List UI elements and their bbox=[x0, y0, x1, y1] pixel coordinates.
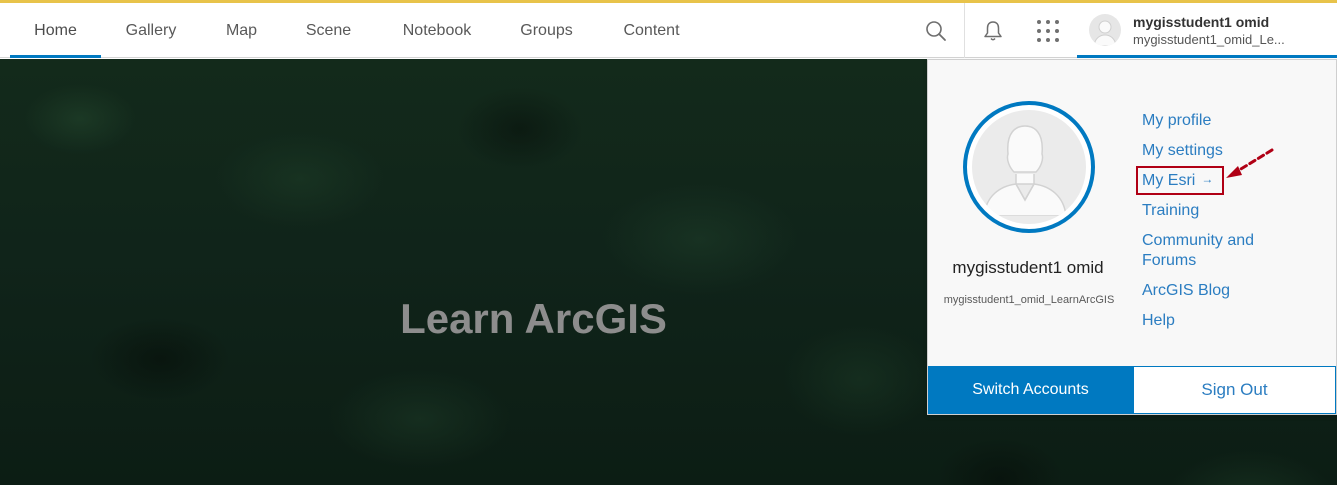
avatar bbox=[1089, 14, 1121, 46]
user-username: mygisstudent1_omid_Le... bbox=[1133, 32, 1285, 47]
nav-groups[interactable]: Groups bbox=[499, 3, 594, 58]
search-icon bbox=[926, 20, 946, 41]
link-training[interactable]: Training bbox=[1142, 201, 1312, 221]
top-navigation-bar: Home Gallery Map Scene Notebook Groups C… bbox=[0, 3, 1337, 58]
annotation-highlight-box bbox=[1136, 166, 1224, 195]
profile-username: mygisstudent1_omid_LearnArcGIS bbox=[943, 294, 1115, 306]
user-full-name: mygisstudent1 omid bbox=[1133, 14, 1270, 30]
default-user-icon bbox=[1093, 20, 1117, 46]
nav-scene[interactable]: Scene bbox=[282, 3, 375, 58]
nav-map[interactable]: Map bbox=[201, 3, 282, 58]
search-button[interactable] bbox=[914, 3, 958, 58]
link-my-profile[interactable]: My profile bbox=[1142, 111, 1312, 131]
hero-title: Learn ArcGIS bbox=[400, 295, 667, 342]
profile-avatar-image bbox=[972, 110, 1086, 224]
user-menu-panel: mygisstudent1 omid mygisstudent1_omid_Le… bbox=[927, 59, 1337, 415]
default-user-icon bbox=[983, 125, 1067, 217]
sign-out-button[interactable]: Sign Out bbox=[1133, 366, 1336, 414]
toolbar-divider bbox=[964, 3, 965, 58]
nav-home[interactable]: Home bbox=[10, 3, 101, 58]
link-help[interactable]: Help bbox=[1142, 311, 1312, 331]
user-menu-button[interactable]: mygisstudent1 omid mygisstudent1_omid_Le… bbox=[1077, 3, 1337, 58]
link-arcgis-blog[interactable]: ArcGIS Blog bbox=[1142, 281, 1312, 301]
app-launcher-button[interactable] bbox=[1026, 3, 1070, 58]
nav-gallery[interactable]: Gallery bbox=[101, 3, 201, 58]
profile-full-name: mygisstudent1 omid bbox=[952, 258, 1104, 277]
bell-icon bbox=[984, 20, 1002, 40]
nav-content[interactable]: Content bbox=[594, 3, 709, 58]
nav-notebook[interactable]: Notebook bbox=[375, 3, 499, 58]
app-launcher-icon bbox=[1037, 19, 1059, 42]
profile-avatar[interactable] bbox=[963, 101, 1095, 233]
notifications-button[interactable] bbox=[971, 3, 1015, 58]
link-community-forums[interactable]: Community and Forums bbox=[1142, 231, 1312, 271]
switch-accounts-button[interactable]: Switch Accounts bbox=[928, 366, 1133, 414]
annotation-arrow-icon bbox=[1226, 148, 1274, 178]
main-nav: Home Gallery Map Scene Notebook Groups C… bbox=[10, 3, 709, 58]
